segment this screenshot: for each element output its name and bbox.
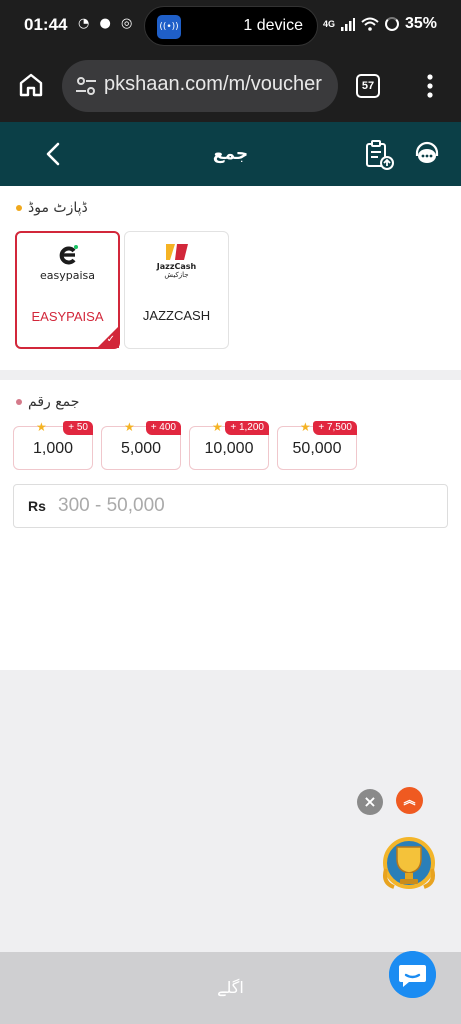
island-device-text: 1 device: [243, 17, 303, 34]
browser-toolbar: pkshaan.com/m/voucher 57: [0, 52, 461, 122]
amount-value: 5,000: [120, 440, 162, 457]
amount-field[interactable]: Rs: [13, 484, 448, 528]
battery-percent: 35%: [404, 15, 437, 32]
jazzcash-logo-subtext: جازکیش: [164, 271, 189, 279]
easypaisa-e-icon: [59, 245, 78, 265]
deposit-amount-label: جمع رقم: [28, 394, 80, 410]
scroll-to-top-button[interactable]: ︽: [396, 787, 423, 814]
payment-method-name: JAZZCASH: [142, 308, 211, 323]
app-header: جمع: [0, 122, 461, 186]
bonus-star-icon: ★: [124, 420, 135, 434]
amount-preset-5000[interactable]: ★ + 400 5,000: [101, 421, 181, 470]
currency-label: Rs: [28, 498, 46, 514]
notification-icons: ◔ ● ◎: [78, 16, 136, 31]
status-bar: 01:44 ◔ ● ◎ ((•)) 1 device 4G 35%: [0, 0, 461, 52]
jazzcash-logo-icon: [165, 244, 188, 260]
tab-switcher-button[interactable]: 57: [356, 74, 380, 98]
trophy-icon[interactable]: [376, 833, 442, 893]
deposit-amount-section: جمع رقم ★ + 50 1,000 ★ + 400 5,000 ★ + 1…: [0, 380, 461, 670]
signal-icon: [340, 17, 355, 31]
amount-preset-50000[interactable]: ★ + 7,500 50,000: [277, 421, 357, 470]
more-menu-icon[interactable]: [418, 72, 442, 100]
home-icon[interactable]: [16, 70, 46, 100]
bonus-badge: + 7,500: [313, 421, 357, 435]
checkmark-icon: ✓: [106, 334, 115, 345]
deposit-mode-label: ڈپازٹ موڈ: [28, 200, 88, 216]
bonus-badge: + 50: [63, 421, 93, 435]
amount-value: 1,000: [32, 440, 74, 457]
wifi-icon: [361, 17, 379, 31]
bonus-badge: + 1,200: [225, 421, 269, 435]
deposit-mode-section: ڈپازٹ موڈ easypaisa EASYPAISA ✓ JazzCash…: [0, 186, 461, 370]
jazzcash-logo-text: JazzCash: [156, 262, 197, 271]
bonus-star-icon: ★: [36, 420, 47, 434]
jazzcash-logo: JazzCash جازکیش: [125, 242, 228, 288]
payment-method-name: EASYPAISA: [31, 309, 104, 324]
address-bar[interactable]: pkshaan.com/m/voucher: [62, 60, 338, 112]
payment-method-easypaisa[interactable]: easypaisa EASYPAISA ✓: [15, 231, 120, 349]
amount-input[interactable]: [58, 491, 438, 521]
required-dot: [16, 399, 22, 405]
close-widget-button[interactable]: ×: [357, 789, 383, 815]
live-chat-icon[interactable]: [389, 951, 436, 998]
easypaisa-logo: easypaisa: [17, 243, 118, 289]
easypaisa-logo-text: easypaisa: [40, 269, 95, 282]
bonus-star-icon: ★: [212, 420, 223, 434]
bonus-star-icon: ★: [300, 420, 311, 434]
status-indicators: 4G 35%: [323, 15, 437, 33]
amount-value: 50,000: [292, 440, 342, 457]
customer-support-icon[interactable]: [412, 140, 442, 170]
url-text: pkshaan.com/m/voucher: [104, 73, 322, 95]
status-time: 01:44: [24, 15, 68, 34]
deposit-amount-label-row: جمع رقم: [16, 394, 79, 410]
deposit-mode-label-row: ڈپازٹ موڈ: [16, 200, 88, 216]
deposit-record-icon[interactable]: [362, 138, 396, 172]
required-dot: [16, 205, 22, 211]
dynamic-island[interactable]: ((•)) 1 device: [144, 6, 318, 46]
battery-icon: [384, 17, 399, 31]
network-type: 4G: [322, 18, 335, 29]
amount-preset-10000[interactable]: ★ + 1,200 10,000: [189, 421, 269, 470]
amount-preset-1000[interactable]: ★ + 50 1,000: [13, 421, 93, 470]
site-settings-icon[interactable]: [74, 74, 98, 98]
bonus-badge: + 400: [145, 421, 181, 435]
broadcast-icon: ((•)): [157, 15, 181, 39]
amount-value: 10,000: [204, 440, 254, 457]
payment-method-jazzcash[interactable]: JazzCash جازکیش JAZZCASH: [124, 231, 229, 349]
